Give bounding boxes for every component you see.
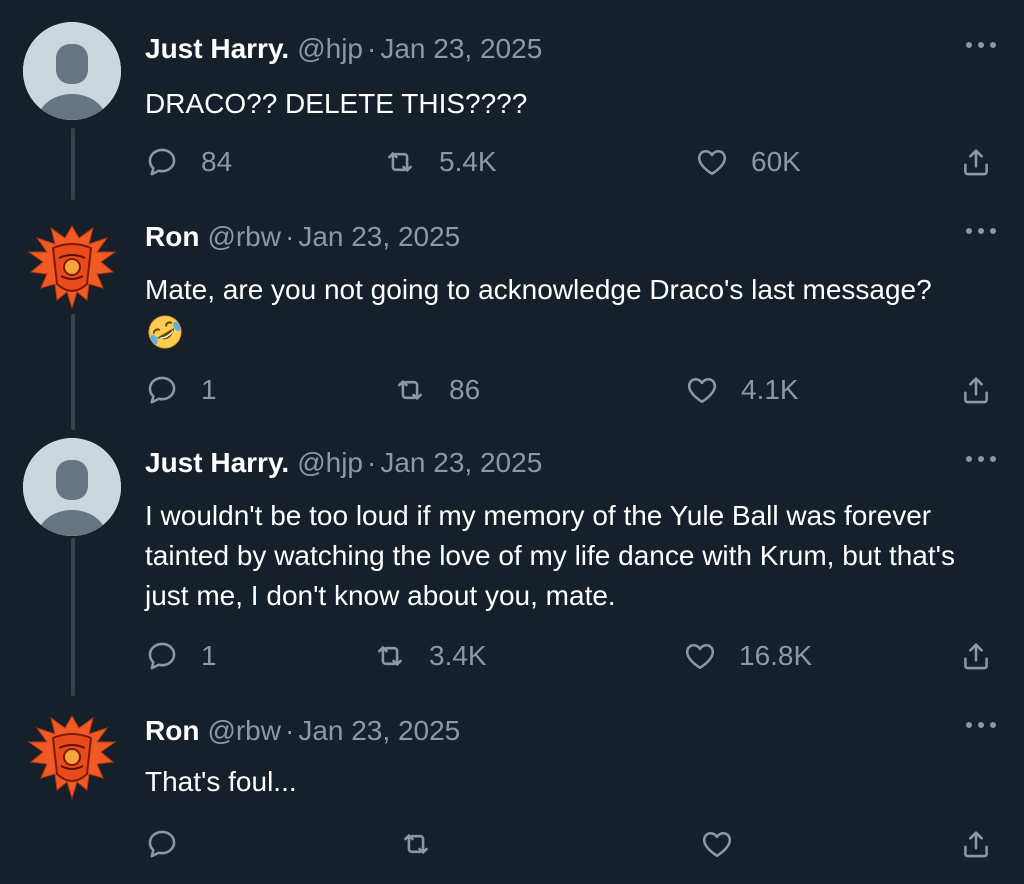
tweet[interactable]: Ron @rbw · Jan 23, 2025 That's foul... bbox=[0, 696, 1024, 884]
display-name[interactable]: Just Harry. bbox=[145, 447, 289, 478]
reply-count: 1 bbox=[201, 374, 217, 405]
retweet-button[interactable]: 3.4K bbox=[373, 636, 487, 676]
share-button[interactable] bbox=[959, 370, 993, 410]
like-count: 60K bbox=[751, 146, 801, 177]
more-options-icon[interactable] bbox=[966, 38, 996, 52]
phoenix-crest-icon bbox=[27, 225, 117, 310]
reply-icon bbox=[148, 376, 176, 404]
share-button[interactable] bbox=[959, 636, 993, 676]
more-options-icon[interactable] bbox=[966, 452, 996, 466]
share-icon bbox=[964, 643, 988, 670]
retweet-icon bbox=[398, 380, 422, 400]
tweet[interactable]: Just Harry. @hjp · Jan 23, 2025 I wouldn't … bbox=[0, 430, 1024, 696]
reply-icon bbox=[148, 830, 176, 858]
retweet-icon bbox=[404, 834, 428, 854]
separator: · bbox=[367, 33, 377, 64]
laughing-emoji-icon bbox=[148, 315, 182, 349]
tweet-actions: 84 5.4K 60K bbox=[145, 142, 1005, 182]
tweet-text: I wouldn't be too loud if my memory of t… bbox=[145, 500, 955, 611]
avatar[interactable] bbox=[23, 22, 121, 120]
retweet-count: 86 bbox=[449, 374, 481, 405]
retweet-button[interactable]: 5.4K bbox=[383, 142, 497, 182]
more-options-icon[interactable] bbox=[966, 224, 996, 238]
heart-icon bbox=[697, 149, 727, 176]
retweet-count: 3.4K bbox=[429, 640, 487, 671]
separator: · bbox=[284, 715, 295, 746]
default-profile-icon bbox=[23, 22, 121, 120]
display-name[interactable]: Just Harry. bbox=[145, 33, 289, 64]
avatar[interactable] bbox=[23, 708, 121, 806]
share-button[interactable] bbox=[959, 824, 993, 864]
display-name[interactable]: Ron bbox=[145, 221, 199, 252]
avatar[interactable] bbox=[23, 218, 121, 316]
heart-icon bbox=[687, 377, 717, 404]
heart-icon bbox=[702, 831, 732, 858]
retweet-count: 5.4K bbox=[439, 146, 497, 177]
tweet-actions: 1 3.4K 16.8K bbox=[145, 636, 1005, 676]
tweet-header: Just Harry. @hjp · Jan 23, 2025 bbox=[145, 32, 542, 66]
tweet-header: Ron @rbw · Jan 23, 2025 bbox=[145, 220, 460, 254]
reply-button[interactable] bbox=[145, 824, 201, 864]
like-button[interactable]: 4.1K bbox=[685, 370, 799, 410]
avatar[interactable] bbox=[23, 438, 121, 536]
heart-icon bbox=[685, 643, 715, 670]
tweet-header: Ron @rbw · Jan 23, 2025 bbox=[145, 714, 460, 748]
like-button[interactable]: 16.8K bbox=[683, 636, 812, 676]
tweet-actions bbox=[145, 824, 1005, 864]
share-icon bbox=[964, 377, 988, 404]
retweet-icon bbox=[388, 152, 412, 172]
rolling-on-floor-laughing-emoji bbox=[145, 312, 185, 352]
more-options-icon[interactable] bbox=[966, 718, 996, 732]
timestamp[interactable]: Jan 23, 2025 bbox=[298, 221, 460, 252]
reply-button[interactable]: 1 bbox=[145, 370, 217, 410]
reply-button[interactable]: 84 bbox=[145, 142, 232, 182]
share-icon bbox=[964, 831, 988, 858]
display-name[interactable]: Ron bbox=[145, 715, 199, 746]
tweet-actions: 1 86 4.1K bbox=[145, 370, 1005, 410]
reply-count: 84 bbox=[201, 146, 233, 177]
reply-icon bbox=[148, 148, 176, 176]
tweet-text: DRACO?? DELETE THIS???? bbox=[145, 88, 528, 119]
tweet-header: Just Harry. @hjp · Jan 23, 2025 bbox=[145, 446, 542, 480]
tweet[interactable]: Ron @rbw · Jan 23, 2025 Mate, are you not g… bbox=[0, 200, 1024, 430]
handle[interactable]: @rbw bbox=[207, 715, 281, 746]
separator: · bbox=[284, 221, 295, 252]
handle[interactable]: @hjp bbox=[297, 33, 363, 64]
reply-count: 1 bbox=[201, 640, 217, 671]
like-count: 16.8K bbox=[739, 640, 813, 671]
reply-button[interactable]: 1 bbox=[145, 636, 217, 676]
retweet-button[interactable]: 86 bbox=[393, 370, 480, 410]
share-button[interactable] bbox=[959, 142, 993, 182]
share-icon bbox=[964, 149, 988, 176]
like-count: 4.1K bbox=[741, 374, 799, 405]
like-button[interactable]: 60K bbox=[695, 142, 801, 182]
like-button[interactable] bbox=[700, 824, 756, 864]
retweet-button[interactable] bbox=[399, 824, 455, 864]
tweet-thread: Just Harry. @hjp · Jan 23, 2025 DRACO?? DEL… bbox=[0, 0, 1024, 884]
timestamp[interactable]: Jan 23, 2025 bbox=[380, 447, 542, 478]
tweet-body: Mate, are you not going to acknowledge D… bbox=[145, 270, 1005, 352]
tweet-text: Mate, are you not going to acknowledge D… bbox=[145, 274, 932, 305]
default-profile-icon bbox=[23, 438, 121, 536]
tweet-text: That's foul... bbox=[145, 766, 297, 797]
timestamp[interactable]: Jan 23, 2025 bbox=[298, 715, 460, 746]
handle[interactable]: @hjp bbox=[297, 447, 363, 478]
tweet[interactable]: Just Harry. @hjp · Jan 23, 2025 DRACO?? DEL… bbox=[0, 0, 1024, 200]
phoenix-crest-icon bbox=[27, 715, 117, 800]
timestamp[interactable]: Jan 23, 2025 bbox=[380, 33, 542, 64]
reply-icon bbox=[148, 642, 176, 670]
retweet-icon bbox=[378, 646, 402, 666]
handle[interactable]: @rbw bbox=[207, 221, 281, 252]
separator: · bbox=[367, 447, 377, 478]
